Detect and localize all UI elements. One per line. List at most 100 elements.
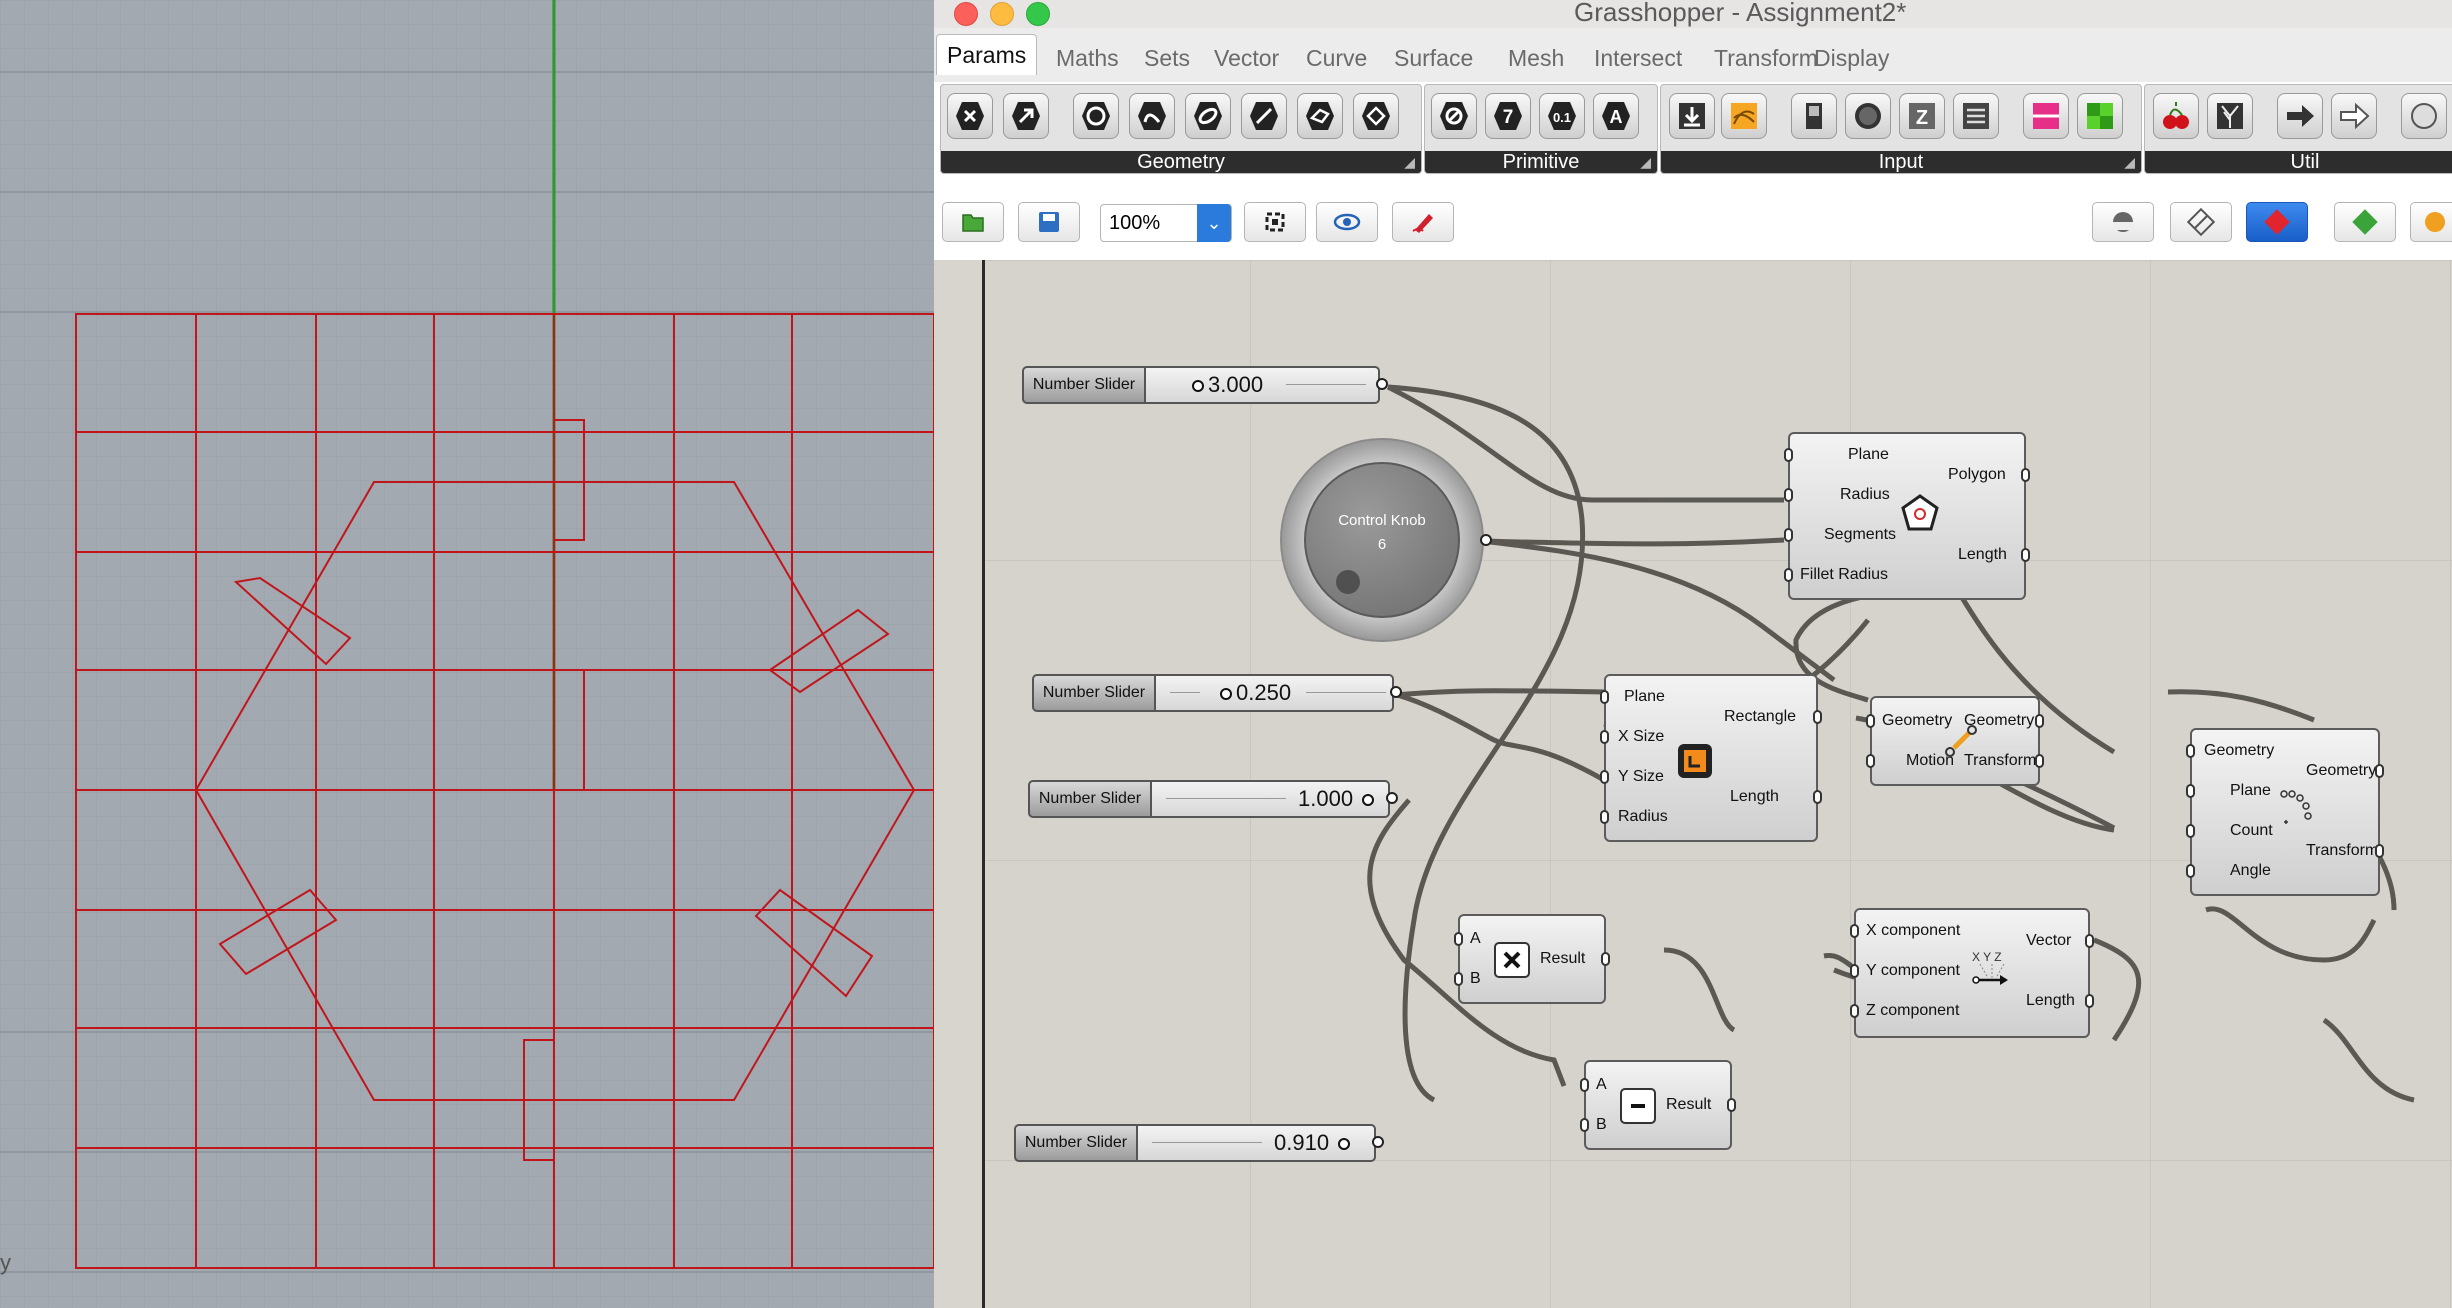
param-grip[interactable] xyxy=(1784,448,1793,462)
output-grip[interactable] xyxy=(1376,378,1388,390)
relay-icon[interactable] xyxy=(2277,93,2323,139)
tab-mesh[interactable]: Mesh xyxy=(1498,38,1574,78)
tab-surface[interactable]: Surface xyxy=(1384,38,1483,78)
param-grip[interactable] xyxy=(1866,754,1875,768)
open-file-button[interactable] xyxy=(942,202,1004,242)
number-slider-1[interactable]: Number Slider 3.000 xyxy=(1022,366,1388,404)
param-grip[interactable] xyxy=(2085,994,2094,1008)
number-param-icon[interactable]: 0.1 xyxy=(1539,93,1585,139)
save-file-button[interactable] xyxy=(1018,202,1080,242)
tab-params[interactable]: Params xyxy=(936,34,1038,75)
tab-intersect[interactable]: Intersect xyxy=(1584,38,1692,78)
param-grip[interactable] xyxy=(1580,1118,1589,1132)
param-grip[interactable] xyxy=(2375,844,2384,858)
tab-vector[interactable]: Vector xyxy=(1204,38,1289,78)
param-grip[interactable] xyxy=(2186,824,2195,838)
param-grip[interactable] xyxy=(2021,548,2030,562)
curve-param-icon[interactable] xyxy=(1129,93,1175,139)
tab-maths[interactable]: Maths xyxy=(1046,38,1129,78)
param-grip[interactable] xyxy=(2186,744,2195,758)
boolean-toggle-icon[interactable] xyxy=(1791,93,1837,139)
gradient-icon[interactable] xyxy=(2023,93,2069,139)
value-list-icon[interactable] xyxy=(1953,93,1999,139)
shaded-preview-button[interactable] xyxy=(2246,202,2308,242)
integer-param-icon[interactable]: 7 xyxy=(1485,93,1531,139)
output-grip[interactable] xyxy=(1390,686,1402,698)
ribbon-label-geometry[interactable]: Geometry ◢ xyxy=(941,151,1421,173)
param-grip[interactable] xyxy=(2021,468,2030,482)
number-slider-3[interactable]: Number Slider 1.000 xyxy=(1028,780,1398,818)
tab-sets[interactable]: Sets xyxy=(1134,38,1200,78)
arrow-outline-icon[interactable] xyxy=(2331,93,2377,139)
surface-param-icon[interactable] xyxy=(1185,93,1231,139)
box-icon[interactable] xyxy=(947,93,993,139)
close-window-button[interactable] xyxy=(954,2,978,26)
output-grip[interactable] xyxy=(1480,534,1492,546)
cherry-picker-icon[interactable] xyxy=(2153,93,2199,139)
zoom-select[interactable]: 100% ⌄ xyxy=(1100,204,1232,242)
colour-swatch-icon[interactable] xyxy=(2077,93,2123,139)
sketch-button[interactable] xyxy=(1392,202,1454,242)
selected-preview-button[interactable] xyxy=(2334,202,2396,242)
util-partial-icon[interactable] xyxy=(2401,93,2447,139)
line-param-icon[interactable] xyxy=(1241,93,1287,139)
param-grip[interactable] xyxy=(1784,488,1793,502)
param-grip[interactable] xyxy=(1454,972,1463,986)
digit-scroller-icon[interactable]: Z xyxy=(1899,93,1945,139)
slider-handle[interactable] xyxy=(1338,1138,1350,1150)
param-grip[interactable] xyxy=(1600,690,1609,704)
param-grip[interactable] xyxy=(1580,1078,1589,1092)
control-knob-icon[interactable] xyxy=(1845,93,1891,139)
param-grip[interactable] xyxy=(1601,952,1610,966)
slider-handle[interactable] xyxy=(1220,688,1232,700)
param-grip[interactable] xyxy=(1850,924,1859,938)
vector-xyz-component[interactable]: X component Y component Z component Vect… xyxy=(1850,908,2094,1038)
slider-handle[interactable] xyxy=(1362,794,1374,806)
preview-button[interactable] xyxy=(1316,202,1378,242)
polar-array-component[interactable]: Geometry Plane Count Angle Geometry Tran… xyxy=(2186,728,2384,896)
material-preview-button[interactable] xyxy=(2410,202,2452,242)
minimize-window-button[interactable] xyxy=(990,2,1014,26)
data-dam-icon[interactable] xyxy=(2207,93,2253,139)
param-grip[interactable] xyxy=(1813,710,1822,724)
param-grip[interactable] xyxy=(2186,864,2195,878)
param-grip[interactable] xyxy=(1850,1004,1859,1018)
slider-track[interactable]: 0.910 xyxy=(1138,1124,1376,1162)
plane-param-icon[interactable] xyxy=(1353,93,1399,139)
tab-curve[interactable]: Curve xyxy=(1296,38,1377,78)
param-grip[interactable] xyxy=(1784,528,1793,542)
param-grip[interactable] xyxy=(2085,934,2094,948)
rhino-viewport[interactable]: y xyxy=(0,0,934,1308)
preview-off-button[interactable] xyxy=(2092,202,2154,242)
output-grip[interactable] xyxy=(1372,1136,1384,1148)
param-grip[interactable] xyxy=(2375,764,2384,778)
param-grip[interactable] xyxy=(1813,790,1822,804)
knob-handle[interactable] xyxy=(1336,570,1360,594)
param-grip[interactable] xyxy=(2035,714,2044,728)
param-grip[interactable] xyxy=(1866,714,1875,728)
rectangle-component[interactable]: Plane X Size Y Size Radius Rectangle Len… xyxy=(1600,674,1822,842)
param-grip[interactable] xyxy=(1454,932,1463,946)
ribbon-label-primitive[interactable]: Primitive ◢ xyxy=(1425,151,1657,173)
tab-display[interactable]: Display xyxy=(1804,38,1899,78)
param-grip[interactable] xyxy=(1600,770,1609,784)
ribbon-label-input[interactable]: Input ◢ xyxy=(1661,151,2141,173)
slider-track[interactable]: 0.250 xyxy=(1156,674,1394,712)
boolean-param-icon[interactable] xyxy=(1431,93,1477,139)
number-slider-2[interactable]: Number Slider 0.250 xyxy=(1032,674,1402,712)
panel-import-icon[interactable] xyxy=(1669,93,1715,139)
mesh-param-icon[interactable] xyxy=(1297,93,1343,139)
ribbon-label-util[interactable]: Util xyxy=(2145,151,2452,173)
circle-param-icon[interactable] xyxy=(1073,93,1119,139)
slider-handle[interactable] xyxy=(1192,380,1204,392)
param-grip[interactable] xyxy=(1784,568,1793,582)
slider-track[interactable]: 1.000 xyxy=(1152,780,1390,818)
control-knob[interactable]: Control Knob 6 xyxy=(1280,438,1492,642)
chevron-down-icon[interactable]: ⌄ xyxy=(1197,204,1231,242)
param-grip[interactable] xyxy=(2035,754,2044,768)
param-grip[interactable] xyxy=(1850,964,1859,978)
param-grip[interactable] xyxy=(1600,730,1609,744)
subtraction-component[interactable]: A B Result xyxy=(1580,1060,1736,1150)
output-grip[interactable] xyxy=(1386,792,1398,804)
slider-track[interactable]: 3.000 xyxy=(1146,366,1380,404)
